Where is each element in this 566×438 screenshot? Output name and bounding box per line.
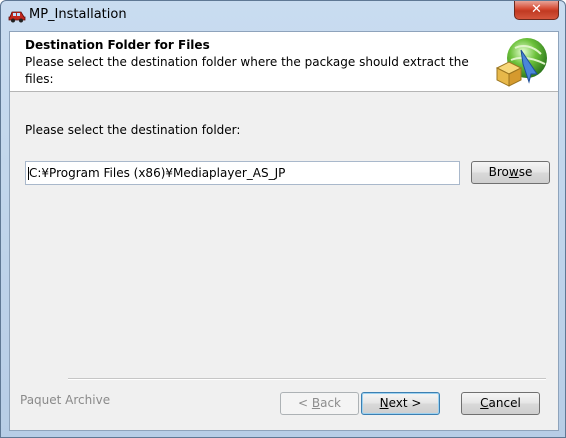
cancel-button[interactable]: Cancel [461, 392, 540, 415]
destination-folder-value: C:¥Program Files (x86)¥Mediaplayer_AS_JP [29, 166, 286, 180]
title-bar[interactable]: MP_Installation ✕ [1, 1, 565, 31]
back-label-end: ack [320, 396, 341, 410]
browse-mnemonic: w [508, 165, 519, 179]
car-icon [8, 11, 26, 23]
destination-folder-input[interactable]: C:¥Program Files (x86)¥Mediaplayer_AS_JP [25, 161, 460, 185]
next-label-end: ext > [388, 396, 422, 410]
back-mnemonic: B [311, 396, 321, 410]
folder-prompt: Please select the destination folder: [25, 123, 241, 137]
brand-label: Paquet Archive [20, 393, 111, 407]
installer-window: MP_Installation ✕ Destination Folder for… [0, 0, 566, 438]
close-button[interactable]: ✕ [514, 1, 559, 20]
page-title: Destination Folder for Files [25, 38, 210, 52]
package-globe-icon [495, 38, 547, 87]
browse-label-end: se [518, 165, 533, 179]
next-mnemonic: N [379, 396, 389, 410]
cancel-label-end: ancel [488, 396, 521, 410]
cancel-mnemonic: C [480, 396, 489, 410]
back-label-start: < [297, 396, 312, 410]
header-panel: Destination Folder for Files Please sele… [10, 32, 558, 92]
footer-divider [68, 378, 546, 380]
page-subtitle: Please select the destination folder whe… [25, 55, 469, 86]
next-button[interactable]: Next > [361, 392, 440, 415]
close-icon: ✕ [531, 2, 542, 17]
window-title: MP_Installation [29, 7, 127, 22]
back-button[interactable]: < Back [280, 392, 359, 415]
browse-label-start: Bro [488, 165, 509, 179]
browse-button[interactable]: Browse [471, 161, 550, 184]
dialog-client-area: Destination Folder for Files Please sele… [9, 31, 559, 431]
